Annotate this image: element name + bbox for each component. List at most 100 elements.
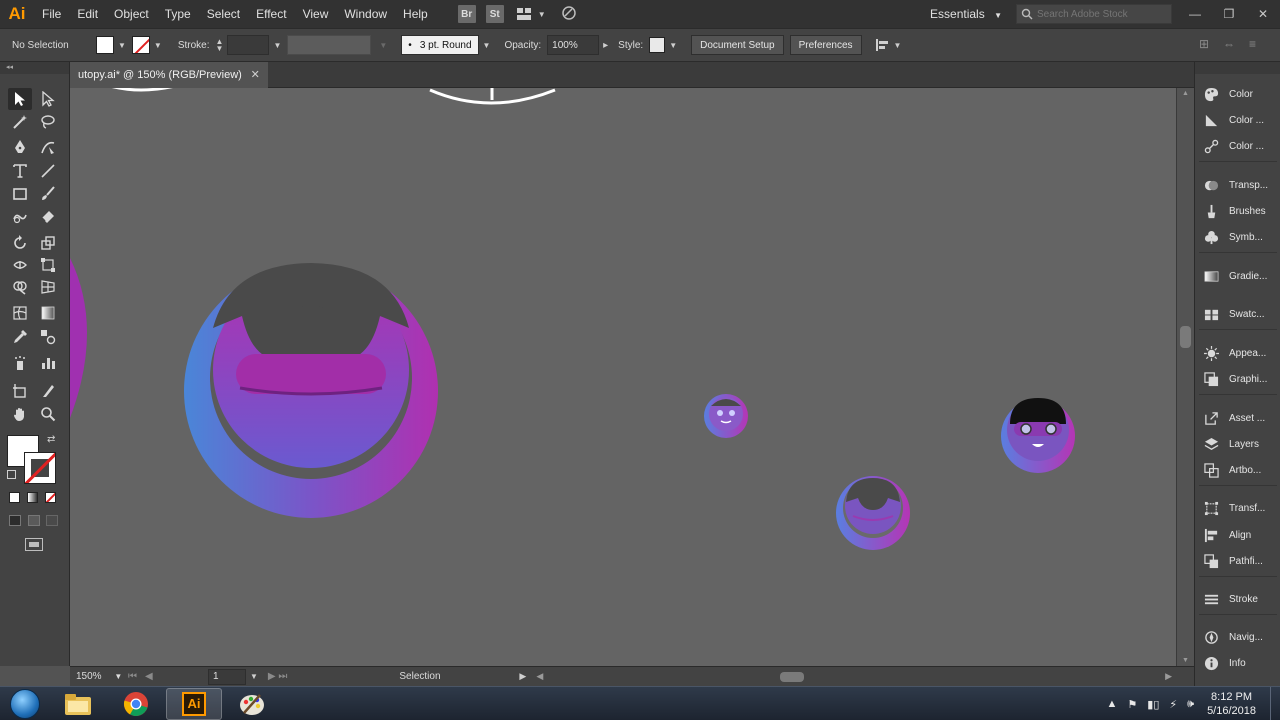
taskbar-chrome[interactable] [108, 688, 164, 720]
stroke-weight-stepper[interactable]: ▲ ▼ [216, 38, 224, 53]
panel-swatches[interactable]: Swatc... [1201, 303, 1279, 325]
panel-transparency[interactable]: Transp... [1201, 174, 1279, 196]
free-transform-tool[interactable] [36, 254, 60, 276]
change-screen-mode-button[interactable] [25, 538, 43, 551]
panel-color[interactable]: Color [1201, 83, 1279, 105]
first-artboard-icon[interactable]: ⏮ [128, 671, 137, 682]
opacity-field[interactable] [547, 35, 600, 55]
artboard-number-field[interactable]: 1 [208, 668, 246, 685]
direct-selection-tool[interactable] [36, 88, 60, 110]
panel-appearance[interactable]: Appea... [1201, 342, 1279, 364]
graphic-style-swatch[interactable] [649, 37, 666, 53]
panel-symbols[interactable]: Symb... [1201, 226, 1279, 248]
next-artboard-icon[interactable]: ▶ ⏭ [268, 671, 287, 682]
status-menu-icon[interactable]: ▶ [519, 671, 526, 682]
panel-graphic-styles[interactable]: Graphi... [1201, 368, 1279, 390]
stroke-weight-dropdown-icon[interactable]: ▼ [273, 41, 281, 50]
panel-color-guide[interactable]: Color ... [1201, 109, 1279, 131]
panel-transform[interactable]: Transf... [1201, 497, 1279, 519]
panel-asset-export[interactable]: Asset ... [1201, 407, 1279, 429]
draw-behind-button[interactable] [28, 515, 40, 526]
panel-dock-header[interactable] [1195, 62, 1280, 74]
panel-stroke[interactable]: Stroke [1201, 588, 1279, 610]
stroke-label[interactable]: Stroke: [178, 40, 210, 51]
perspective-grid-tool[interactable] [36, 276, 60, 298]
opacity-expand-icon[interactable]: ▸ [603, 40, 608, 51]
scale-tool[interactable] [36, 232, 60, 254]
menu-help[interactable]: Help [395, 0, 436, 28]
stroke-swatch[interactable] [131, 36, 150, 54]
zoom-tool[interactable] [36, 403, 60, 425]
width-tool[interactable] [8, 254, 32, 276]
rotate-tool[interactable] [8, 232, 32, 254]
tools-panel-header[interactable]: ◂◂ [0, 62, 69, 74]
column-graph-tool[interactable] [36, 352, 60, 374]
draw-inside-button[interactable] [46, 515, 58, 526]
close-tab-icon[interactable]: ✕ [251, 68, 260, 81]
pen-tool[interactable] [8, 136, 32, 158]
menu-window[interactable]: Window [336, 0, 395, 28]
control-bar-options[interactable]: ⊞⇔≡ [1199, 37, 1270, 51]
maximize-button[interactable]: ❐ [1212, 7, 1246, 21]
menu-object[interactable]: Object [106, 0, 157, 28]
panel-navigator[interactable]: Navig... [1201, 626, 1279, 648]
chevron-down-icon[interactable]: ▼ [250, 672, 258, 681]
mesh-tool[interactable] [8, 302, 32, 324]
menu-select[interactable]: Select [199, 0, 248, 28]
document-tab[interactable]: utopy.ai* @ 150% (RGB/Preview) ✕ [70, 62, 268, 88]
artboard-tool[interactable] [8, 380, 32, 402]
document-setup-button[interactable]: Document Setup [691, 35, 784, 55]
panel-align[interactable]: Align [1201, 524, 1279, 546]
default-fill-stroke-icon[interactable] [7, 470, 16, 479]
menu-file[interactable]: File [34, 0, 69, 28]
taskbar-illustrator[interactable]: Ai [166, 687, 222, 720]
curvature-tool[interactable] [36, 136, 60, 158]
gradient-mode-button[interactable] [27, 492, 38, 503]
show-hidden-icons[interactable]: ▲ [1107, 698, 1118, 710]
variable-width-profile[interactable] [287, 35, 372, 55]
bridge-button[interactable]: Br [457, 5, 476, 23]
stroke-color-box[interactable] [24, 452, 56, 484]
zoom-level-field[interactable]: 150% ▼ [70, 671, 128, 682]
vertical-scrollbar[interactable]: ▲ ▼ [1176, 88, 1194, 666]
vertical-scroll-thumb[interactable] [1180, 326, 1191, 348]
taskbar-paint[interactable] [224, 688, 280, 720]
volume-icon[interactable]: 🕪 [1187, 698, 1194, 711]
network-icon[interactable]: ▮▯ [1147, 698, 1159, 711]
panel-layers[interactable]: Layers [1201, 433, 1279, 455]
power-icon[interactable]: ⚡ [1169, 698, 1177, 711]
draw-normal-button[interactable] [9, 515, 21, 526]
panel-artboards[interactable]: Artbo... [1201, 459, 1279, 481]
fill-swatch[interactable] [96, 36, 114, 54]
shaper-tool[interactable] [8, 206, 32, 228]
minimize-button[interactable]: — [1178, 7, 1212, 21]
scroll-up-icon[interactable]: ▲ [1182, 90, 1189, 97]
preferences-button[interactable]: Preferences [789, 35, 862, 55]
symbol-sprayer-tool[interactable] [8, 352, 32, 374]
taskbar-clock[interactable]: 8:12 PM 5/16/2018 [1207, 690, 1256, 718]
action-center-flag-icon[interactable]: ⚑ [1127, 698, 1137, 711]
artboard-canvas[interactable] [70, 88, 1176, 666]
lasso-tool[interactable] [36, 111, 60, 133]
line-segment-tool[interactable] [36, 160, 60, 182]
scroll-left-icon[interactable]: ◀ [536, 671, 543, 682]
scroll-right-icon[interactable]: ▶ [1165, 671, 1172, 682]
graphic-style-dropdown-icon[interactable]: ▼ [669, 41, 677, 50]
hand-tool[interactable] [8, 403, 32, 425]
menu-type[interactable]: Type [157, 0, 199, 28]
brush-definition-field[interactable]: • 3 pt. Round [401, 35, 479, 55]
arrange-documents-button[interactable]: ▼ [516, 7, 546, 21]
type-tool[interactable] [8, 160, 32, 182]
menu-edit[interactable]: Edit [69, 0, 106, 28]
fill-dropdown-icon[interactable]: ▼ [118, 41, 126, 50]
none-mode-button[interactable] [45, 492, 56, 503]
align-to-button[interactable]: ▼ [874, 38, 901, 52]
horizontal-scroll-thumb[interactable] [780, 672, 804, 682]
color-mode-button[interactable] [9, 492, 20, 503]
workspace-switcher[interactable]: Essentials ▼ [930, 7, 1002, 21]
paintbrush-tool[interactable] [36, 183, 60, 205]
selection-tool[interactable] [8, 88, 32, 110]
panel-gradient[interactable]: Gradie... [1201, 265, 1279, 287]
panel-brushes[interactable]: Brushes [1201, 200, 1279, 222]
scroll-down-icon[interactable]: ▼ [1182, 657, 1189, 664]
